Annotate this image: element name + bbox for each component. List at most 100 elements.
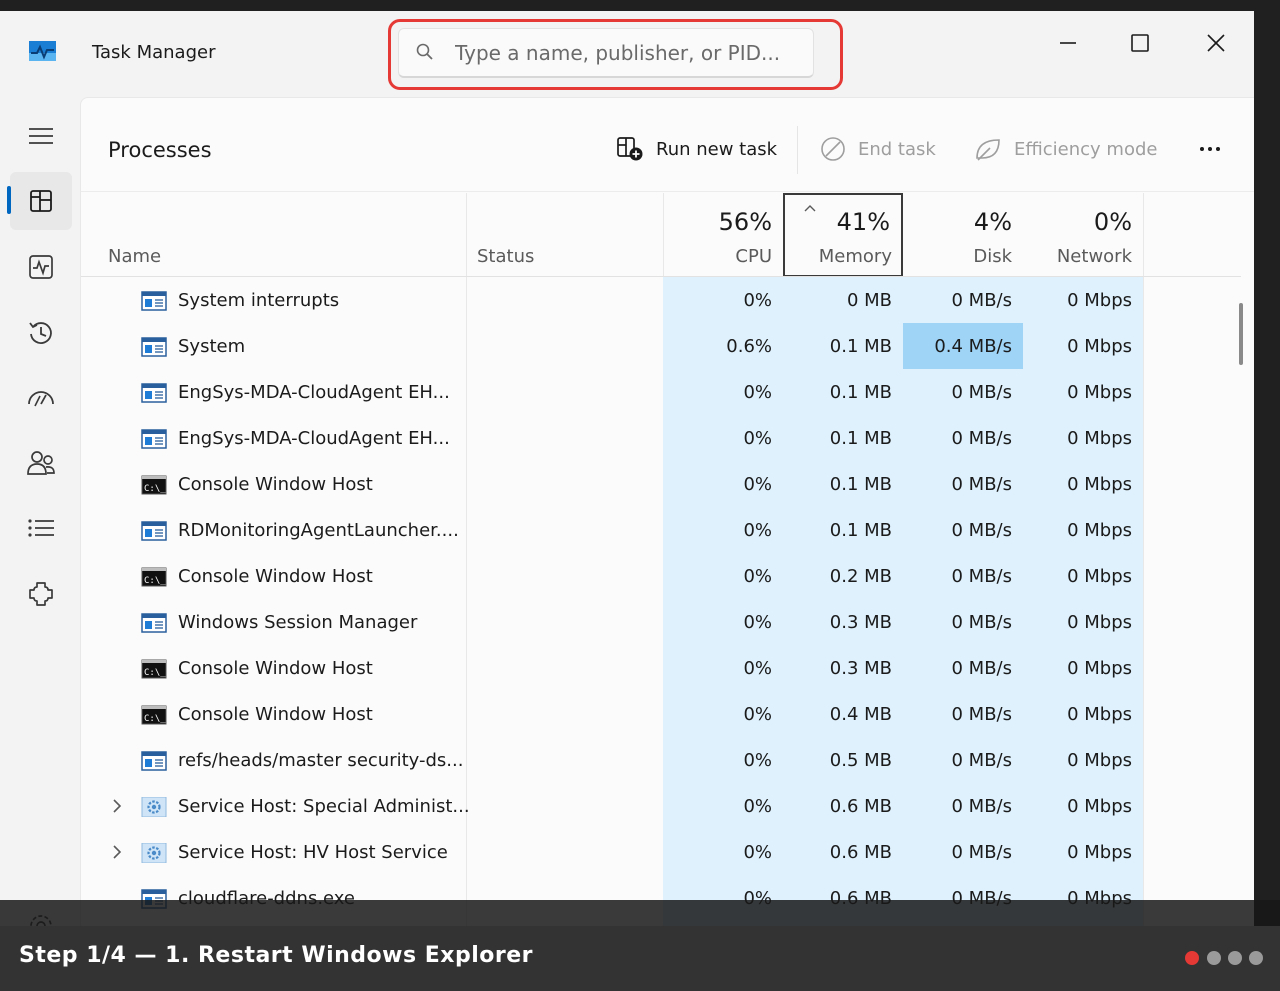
process-cpu-value: 0%: [663, 645, 783, 691]
app-title: Task Manager: [92, 42, 216, 63]
process-cpu-value: 0%: [663, 691, 783, 737]
process-status: [466, 645, 663, 691]
table-row[interactable]: refs/heads/master security-ds... 0% 0.5 MB…: [81, 737, 1241, 783]
nav-app-history[interactable]: [10, 304, 72, 362]
process-cpu-value: 0%: [663, 829, 783, 875]
process-network-value: 0 Mbps: [1023, 599, 1143, 645]
end-task-button[interactable]: End task: [820, 124, 936, 174]
table-row[interactable]: System 0.6% 0.1 MB 0.4 MB/s 0 Mbps: [81, 323, 1241, 369]
column-name-label: Name: [108, 246, 162, 267]
column-header-network[interactable]: 0% Network: [1023, 193, 1143, 277]
details-icon: [28, 519, 54, 537]
process-network-value: 0 Mbps: [1023, 507, 1143, 553]
app-history-icon: [29, 322, 52, 344]
process-network-value: 0 Mbps: [1023, 691, 1143, 737]
process-memory-value: 0.1 MB: [783, 415, 903, 461]
process-network-value: 0 Mbps: [1023, 461, 1143, 507]
process-network-value: 0 Mbps: [1023, 783, 1143, 829]
process-name: Console Window Host: [178, 657, 373, 679]
table-row[interactable]: Service Host: Special Administ... 0% 0.6 M…: [81, 783, 1241, 829]
table-row[interactable]: C:\_ Console Window Host 0% 0.4 MB 0 MB/s 0 M…: [81, 691, 1241, 737]
column-header-memory[interactable]: 41% Memory: [783, 193, 903, 277]
table-row[interactable]: Service Host: HV Host Service 0% 0.6 MB 0 M…: [81, 829, 1241, 875]
process-status: [466, 553, 663, 599]
process-status: [466, 599, 663, 645]
chevron-right-icon[interactable]: [110, 797, 124, 815]
processes-panel: Processes Run new task End task Efficien…: [80, 97, 1254, 926]
table-row[interactable]: C:\_ Console Window Host 0% 0.1 MB 0 MB/s 0 M…: [81, 461, 1241, 507]
column-header-name[interactable]: Name: [81, 193, 466, 277]
table-row[interactable]: C:\_ Console Window Host 0% 0.2 MB 0 MB/s 0 M…: [81, 553, 1241, 599]
more-options-button[interactable]: [1188, 124, 1232, 174]
process-memory-value: 0.6 MB: [783, 829, 903, 875]
network-label: Network: [1056, 246, 1132, 267]
cpu-total-percent: 56%: [718, 208, 772, 236]
nav-menu-button[interactable]: [10, 107, 72, 165]
nav-active-indicator: [7, 186, 11, 214]
process-memory-value: 0.2 MB: [783, 553, 903, 599]
table-row[interactable]: C:\_ Console Window Host 0% 0.3 MB 0 MB/s 0 M…: [81, 645, 1241, 691]
nav-users[interactable]: [10, 434, 72, 492]
users-icon: [27, 451, 55, 475]
process-list: System interrupts 0% 0 MB 0 MB/s 0 Mbps Syste…: [81, 277, 1241, 926]
service-gear-icon: [141, 797, 167, 817]
column-header-status[interactable]: Status: [466, 193, 663, 277]
chevron-right-icon[interactable]: [110, 843, 124, 861]
process-name: System: [178, 335, 246, 357]
process-window-icon: [141, 613, 167, 633]
memory-total-percent: 41%: [836, 208, 890, 236]
column-header-cpu[interactable]: 56% CPU: [663, 193, 783, 277]
run-new-task-button[interactable]: Run new task: [616, 124, 777, 174]
search-box[interactable]: [398, 28, 814, 78]
network-total-percent: 0%: [1093, 208, 1132, 236]
table-row[interactable]: RDMonitoringAgentLauncher.... 0% 0.1 MB 0 M…: [81, 507, 1241, 553]
search-input[interactable]: [455, 37, 805, 69]
more-dot-icon: [1200, 147, 1204, 151]
table-row[interactable]: EngSys-MDA-CloudAgent EH... 0% 0.1 MB 0 MB/…: [81, 415, 1241, 461]
startup-apps-icon: [28, 391, 54, 407]
table-row[interactable]: EngSys-MDA-CloudAgent EH... 0% 0.1 MB 0 MB/…: [81, 369, 1241, 415]
process-disk-value: 0 MB/s: [903, 691, 1023, 737]
right-screen-strip: [1254, 11, 1280, 926]
process-disk-value: 0 MB/s: [903, 369, 1023, 415]
table-row[interactable]: Windows Session Manager 0% 0.3 MB 0 MB/s 0 M…: [81, 599, 1241, 645]
process-cpu-value: 0%: [663, 553, 783, 599]
menu-icon: [29, 128, 53, 144]
process-name: System interrupts: [178, 289, 340, 311]
maximize-button[interactable]: [1120, 23, 1160, 63]
process-disk-value: 0.4 MB/s: [903, 323, 1023, 369]
step-dot: [1228, 951, 1242, 965]
end-task-icon: [821, 137, 845, 161]
process-window-icon: [141, 383, 167, 403]
svg-text:C:\_: C:\_: [144, 714, 166, 724]
table-row[interactable]: System interrupts 0% 0 MB 0 MB/s 0 Mbps: [81, 277, 1241, 323]
process-network-value: 0 Mbps: [1023, 737, 1143, 783]
svg-text:C:\_: C:\_: [144, 576, 166, 586]
nav-startup-apps[interactable]: [10, 369, 72, 427]
process-disk-value: 0 MB/s: [903, 737, 1023, 783]
process-network-value: 0 Mbps: [1023, 323, 1143, 369]
efficiency-mode-button[interactable]: Efficiency mode: [974, 124, 1157, 174]
column-header-disk[interactable]: 4% Disk: [903, 193, 1023, 277]
process-window-icon: [141, 429, 167, 449]
processes-icon: [30, 190, 52, 212]
search-icon: [416, 43, 433, 60]
process-window-icon: [141, 751, 167, 771]
minimize-button[interactable]: [1048, 23, 1088, 63]
nav-details[interactable]: [10, 499, 72, 557]
process-disk-value: 0 MB/s: [903, 461, 1023, 507]
process-status: [466, 369, 663, 415]
nav-performance[interactable]: [10, 238, 72, 296]
nav-services[interactable]: [10, 565, 72, 623]
vertical-scrollbar[interactable]: [1239, 303, 1243, 365]
step-caption-text: Step 1/4 — 1. Restart Windows Explorer: [19, 943, 533, 968]
process-status: [466, 737, 663, 783]
nav-processes[interactable]: [10, 172, 72, 230]
process-name: Service Host: HV Host Service: [178, 841, 448, 863]
end-task-label: End task: [858, 138, 936, 160]
close-button[interactable]: [1196, 23, 1236, 63]
process-memory-value: 0 MB: [783, 277, 903, 323]
process-name: Console Window Host: [178, 703, 373, 725]
process-cpu-value: 0.6%: [663, 323, 783, 369]
column-status-label: Status: [477, 246, 535, 267]
